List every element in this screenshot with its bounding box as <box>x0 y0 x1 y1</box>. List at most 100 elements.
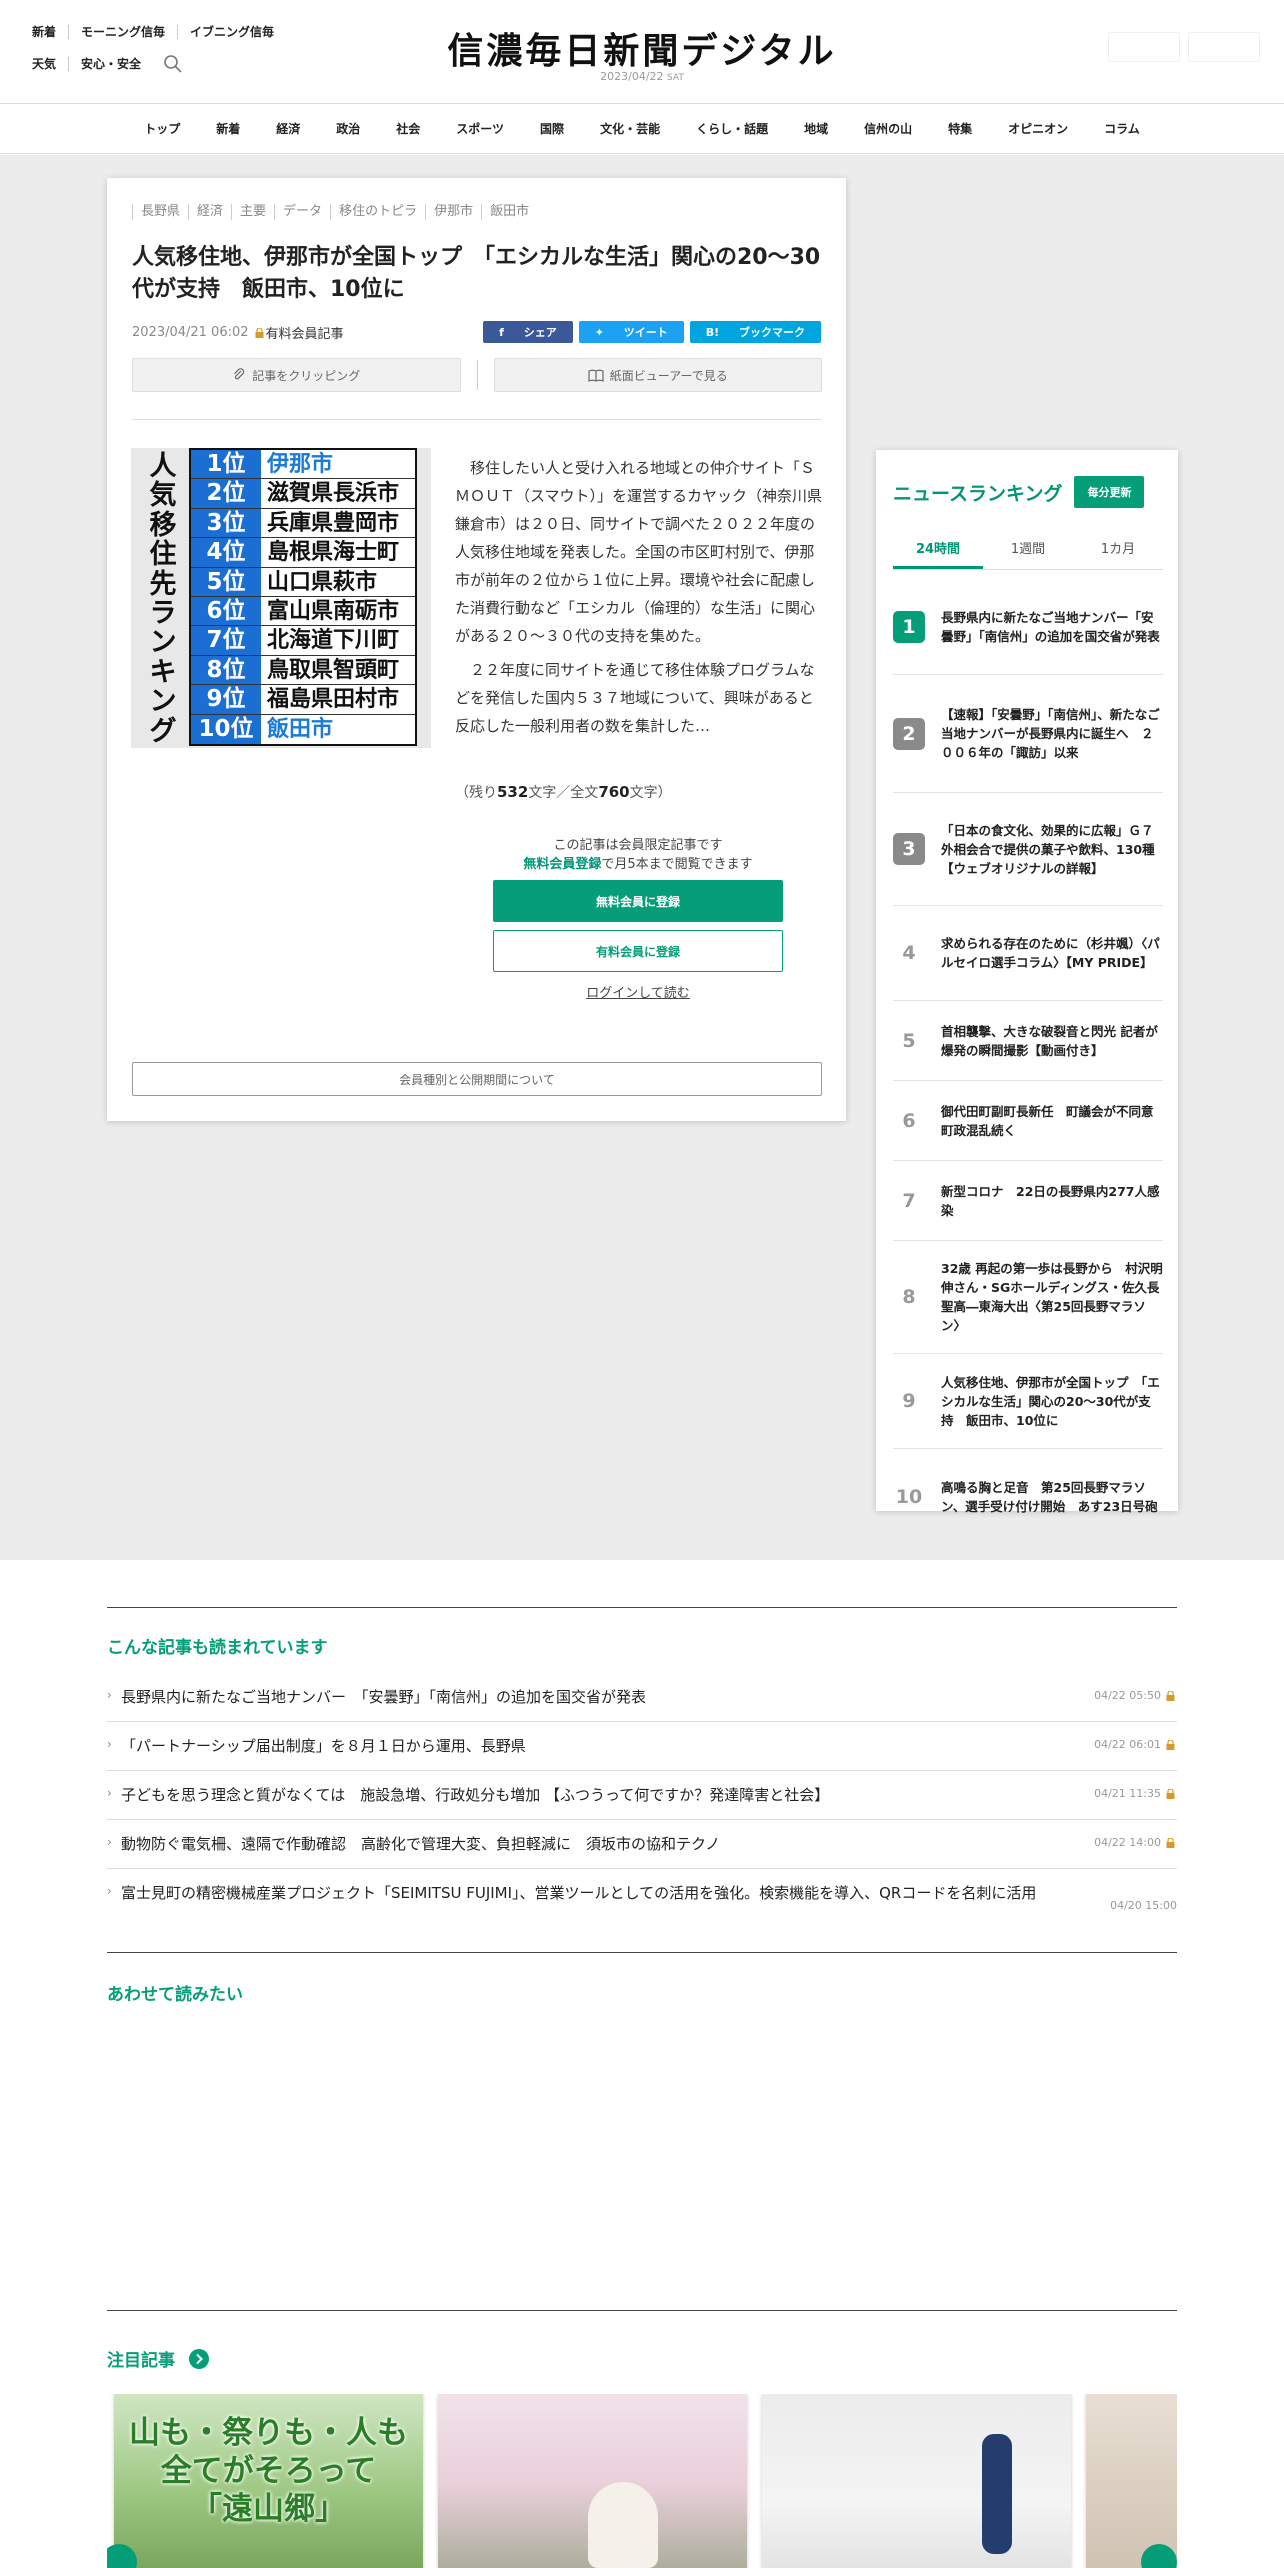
tab-1week[interactable]: 1週間 <box>983 534 1073 569</box>
remain-prefix: （残り <box>455 785 497 801</box>
section-divider <box>107 2310 1177 2311</box>
tag-link[interactable]: 移住のトピラ <box>330 204 425 220</box>
article-datetime: 2023/04/21 06:02 <box>132 325 249 340</box>
tag-link[interactable]: 長野県 <box>132 204 188 220</box>
ranking-item[interactable]: 4 求められる存在のために（杉井颯）〈パルセイロ選手コラム〉【MY PRIDE】 <box>893 906 1163 1001</box>
twitter-share-button[interactable]: ✦ ツイート <box>578 321 684 343</box>
featured-card[interactable]: 山も・祭りも・人も 全てがそろって 「遠山郷」 <box>114 2394 423 2568</box>
lock-icon <box>1166 1739 1175 1750</box>
article-paragraph: 移住したい人と受け入れる地域との仲介サイト「ＳＭＯＵＴ（スマウト）」を運営するカ… <box>455 459 823 645</box>
ranking-number: 9 <box>902 1390 916 1412</box>
popular-article-date-wrap: 04/21 11:35 <box>1094 1787 1177 1800</box>
nav-item[interactable]: 信州の山 <box>846 120 930 137</box>
popular-article-date: 04/22 06:01 <box>1094 1738 1161 1751</box>
tag-link[interactable]: 経済 <box>188 204 231 220</box>
figure-city: 飯田市 <box>267 716 334 742</box>
popular-article-date-wrap: 04/20 15:00 <box>1110 1899 1177 1912</box>
popular-article-date: 04/22 14:00 <box>1094 1836 1161 1849</box>
nav-item[interactable]: 文化・芸能 <box>582 120 678 137</box>
featured-section-title: 注目記事 <box>107 2346 209 2371</box>
arrow-right-circle-icon[interactable] <box>189 2348 209 2369</box>
tag-link[interactable]: 主要 <box>231 204 274 220</box>
figure-rank: 3位 <box>191 508 261 538</box>
nav-item[interactable]: くらし・話題 <box>678 120 786 137</box>
remain-mid: 文字／全文 <box>528 785 599 801</box>
remaining-chars: （残り532文字／全文760文字） <box>455 782 672 802</box>
figure-row: 1位 伊那市 <box>191 450 415 480</box>
paper-viewer-button[interactable]: 紙面ビューアーで見る <box>493 358 822 392</box>
ranking-item[interactable]: 7 新型コロナ 22日の長野県内277人感染 <box>893 1161 1163 1241</box>
ranking-item[interactable]: 8 32歳 再起の第一歩は長野から 村沢明伸さん・SGホールディングス・佐久長聖高… <box>893 1241 1163 1354</box>
nav-item[interactable]: 地域 <box>786 120 846 137</box>
ranking-text: 人気移住地、伊那市が全国トップ 「エシカルな生活」関心の20～30代が支持 飯田… <box>941 1374 1160 1428</box>
nav-item[interactable]: 経済 <box>258 120 318 137</box>
free-register-button[interactable]: 無料会員に登録 <box>493 880 783 922</box>
popular-article-item[interactable]: › 富士見町の精密機械産業プロジェクト「SEIMITSU FUJIMI」、営業ツ… <box>107 1869 1177 1918</box>
ranking-number: 2 <box>893 717 925 750</box>
clip-article-label: 記事をクリッピング <box>252 368 361 383</box>
paid-register-button[interactable]: 有料会員に登録 <box>493 930 783 972</box>
tag-link[interactable]: データ <box>274 204 330 220</box>
section-divider <box>107 1952 1177 1953</box>
featured-card[interactable] <box>1086 2394 1177 2568</box>
section-divider <box>107 1607 1177 1608</box>
tab-24h[interactable]: 24時間 <box>893 534 983 569</box>
ranking-number: 4 <box>902 942 916 964</box>
figure-rank: 10位 <box>191 714 261 744</box>
membership-info-button[interactable]: 会員種別と公開期間について <box>132 1062 822 1096</box>
ranking-item[interactable]: 3 「日本の食文化、効果的に広報」Ｇ７外相会合で提供の菓子や飲料、130種 【ウェ… <box>893 793 1167 906</box>
figure-rank: 2位 <box>191 479 261 508</box>
free-register-link[interactable]: 無料会員登録 <box>523 857 601 872</box>
ranking-item[interactable]: 10 高鳴る胸と足音 第25回長野マラソン、選手受け付け開始 あす23日号砲 <box>893 1449 1163 1544</box>
ranking-text: 新型コロナ 22日の長野県内277人感染 <box>941 1183 1160 1218</box>
ranking-item[interactable]: 2 【速報】「安曇野」「南信州」、新たなご当地ナンバーが長野県内に誕生へ ２００６… <box>893 675 1163 793</box>
ranking-tabs: 24時間 1週間 1カ月 <box>893 534 1163 570</box>
ranking-item[interactable]: 5 首相襲撃、大きな破裂音と閃光 記者が爆発の瞬間撮影【動画付き】 <box>893 1001 1163 1081</box>
ranking-text: 首相襲撃、大きな破裂音と閃光 記者が爆発の瞬間撮影【動画付き】 <box>941 1023 1158 1058</box>
nav-item[interactable]: 特集 <box>930 120 990 137</box>
figure-row: 10位 飯田市 <box>191 714 415 744</box>
login-link[interactable]: ログインして読む <box>493 982 783 1001</box>
figure-row: 2位 滋賀県長浜市 <box>191 479 415 509</box>
site-logo[interactable]: 信濃毎日新聞デジタル <box>0 22 1284 74</box>
tag-link[interactable]: 伊那市 <box>425 204 481 220</box>
figure-row: 5位 山口県萩市 <box>191 567 415 597</box>
total-count: 760 <box>598 783 630 801</box>
ranking-text: 長野県内に新たなご当地ナンバー「安曇野」「南信州」の追加を国交省が発表 <box>941 610 1160 644</box>
article-paragraph: ２２年度に同サイトを通じて移住体験プログラムなどを発信した国内５３７地域について… <box>455 661 815 735</box>
figure-city: 伊那市 <box>267 452 334 477</box>
clip-article-button[interactable]: 記事をクリッピング <box>132 358 461 392</box>
figure-city: 鳥取県智頭町 <box>267 657 400 683</box>
tag-link[interactable]: 飯田市 <box>481 204 537 220</box>
migration-ranking-figure[interactable]: 人気移住先ランキング 1位 伊那市 2位 滋賀県長浜市 3位 兵庫県豊岡市 4位 島根県… <box>131 448 431 748</box>
nav-item[interactable]: コラム <box>1086 120 1158 137</box>
featured-card[interactable] <box>762 2394 1071 2568</box>
popular-article-item[interactable]: › 動物防ぐ電気柵、遠隔で作動確認 高齢化で管理大変、負担軽減に 須坂市の協和テ… <box>107 1820 1177 1869</box>
featured-card[interactable] <box>438 2394 747 2568</box>
facebook-share-button[interactable]: f シェア <box>483 321 573 343</box>
nav-item[interactable]: オピニオン <box>990 120 1086 137</box>
nav-item[interactable]: 政治 <box>318 120 378 137</box>
popular-article-title: 「パートナーシップ届出制度」を８月１日から運用、長野県 <box>121 1737 526 1755</box>
ranking-item[interactable]: 9 人気移住地、伊那市が全国トップ 「エシカルな生活」関心の20～30代が支持 飯… <box>893 1354 1163 1449</box>
ranking-item[interactable]: 6 御代田町副町長新任 町議会が不同意 町政混乱続く <box>893 1081 1166 1161</box>
popular-article-item[interactable]: › 長野県内に新たなご当地ナンバー 「安曇野」「南信州」の追加を国交省が発表 0… <box>107 1673 1177 1722</box>
ranking-item[interactable]: 1 長野県内に新たなご当地ナンバー「安曇野」「南信州」の追加を国交省が発表 <box>893 580 1163 675</box>
popular-article-date: 04/21 11:35 <box>1094 1787 1161 1800</box>
header-placeholder-button[interactable] <box>1188 32 1260 62</box>
hatena-bookmark-label: ブックマーク <box>739 326 805 339</box>
nav-item[interactable]: 社会 <box>378 120 438 137</box>
featured-title-text: 注目記事 <box>107 2351 175 2371</box>
tab-1month[interactable]: 1カ月 <box>1073 534 1163 569</box>
article-title: 人気移住地、伊那市が全国トップ 「エシカルな生活」関心の20～30代が支持 飯田… <box>132 245 821 302</box>
hatena-bookmark-button[interactable]: B! ブックマーク <box>689 321 821 343</box>
ranking-text: 求められる存在のために（杉井颯）〈パルセイロ選手コラム〉【MY PRIDE】 <box>941 936 1160 970</box>
nav-item[interactable]: 新着 <box>198 120 258 137</box>
figure-rank: 9位 <box>191 685 261 714</box>
nav-item[interactable]: 国際 <box>522 120 582 137</box>
header-placeholder-button[interactable] <box>1108 32 1180 62</box>
nav-item[interactable]: スポーツ <box>438 120 522 137</box>
popular-article-item[interactable]: › 「パートナーシップ届出制度」を８月１日から運用、長野県 04/22 06:0… <box>107 1722 1177 1771</box>
nav-item[interactable]: トップ <box>126 120 198 137</box>
popular-article-item[interactable]: › 子どもを思う理念と質がなくては 施設急増、行政処分も増加 【ふつうって何です… <box>107 1771 1177 1820</box>
